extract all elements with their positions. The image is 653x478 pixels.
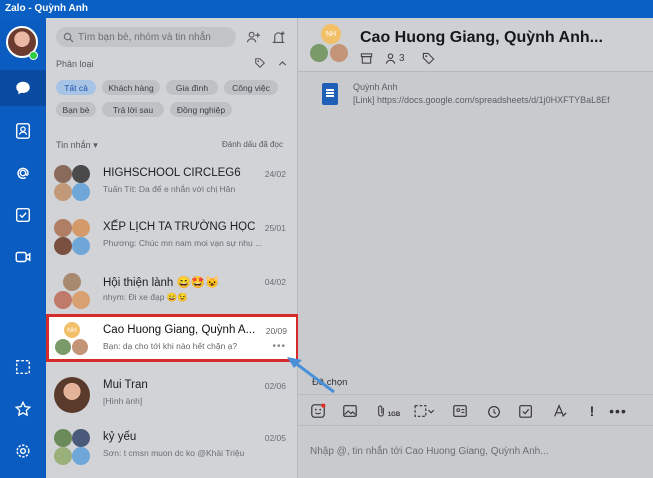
- format-text-icon[interactable]: [550, 401, 570, 421]
- message-link[interactable]: [Link] https://docs.google.com/spreadshe…: [353, 95, 610, 105]
- conversation-name: Cao Huong Giang, Quỳnh A...: [103, 324, 256, 336]
- conversation-name: Mui Tran: [103, 379, 148, 391]
- chat-avatar: NH: [310, 24, 352, 66]
- video-icon[interactable]: [0, 239, 46, 275]
- settings-icon[interactable]: [0, 433, 46, 469]
- group-avatar: NH: [55, 322, 89, 356]
- message-sender: Quỳnh Anh: [353, 82, 398, 92]
- chevron-down-icon: ▾: [93, 140, 98, 150]
- group-avatar: [54, 273, 90, 309]
- conversation-preview: Tuấn Tít: Da để e nhắn với chị Hân: [103, 184, 236, 194]
- conversation-preview: Sơn: t cmsn muon dc ko @Khải Triệu: [103, 448, 245, 458]
- annotation-arrow-icon: [287, 357, 335, 394]
- add-friend-icon[interactable]: [243, 27, 263, 47]
- chip-colleagues[interactable]: Đồng nghiệp: [170, 102, 232, 117]
- conversation-preview: [Hình ảnh]: [103, 396, 143, 406]
- conversation-time: 20/09: [265, 326, 287, 336]
- chip-family[interactable]: Gia đình: [166, 80, 218, 95]
- conversation-item-selected[interactable]: NH Cao Huong Giang, Quỳnh A... 20/09 Bạn…: [46, 314, 299, 362]
- group-avatar: [54, 429, 90, 465]
- nav-rail: [0, 18, 46, 478]
- chip-work[interactable]: Công việc: [224, 80, 278, 95]
- group-avatar: [54, 219, 90, 255]
- star-icon[interactable]: [0, 391, 46, 427]
- conversation-item[interactable]: XẾP LỊCH TA TRƯỜNG HỌC 25/01 Phương: Chú…: [46, 212, 298, 262]
- conversation-preview: Bạn: dạ cho tới khi nào hết chặn ạ?: [103, 341, 238, 351]
- attach-size-label: 1GB: [387, 412, 401, 418]
- members-icon[interactable]: [384, 52, 398, 66]
- conversation-item[interactable]: Hội thiện lành 😄🤩😺 04/02 nhym: Đi xe đạp…: [46, 266, 298, 316]
- conversation-preview: Phương: Chúc mn nam moi vạn sự nhu ...: [103, 238, 263, 248]
- messages-filter-dropdown[interactable]: Tin nhắn ▾: [56, 140, 98, 151]
- chat-header: NH Cao Huong Giang, Quỳnh Anh... 3: [298, 18, 653, 72]
- sticker-icon[interactable]: [308, 401, 328, 421]
- contact-card-icon[interactable]: [450, 401, 470, 421]
- search-input[interactable]: Tìm bạn bè, nhóm và tin nhắn: [56, 27, 236, 47]
- reminder-icon[interactable]: [484, 401, 504, 421]
- more-icon[interactable]: •••: [608, 401, 628, 421]
- conversation-name: HIGHSCHOOL CIRCLEG6: [103, 167, 241, 179]
- contact-avatar: [54, 377, 90, 413]
- chip-all[interactable]: Tất cả: [56, 80, 96, 95]
- conversation-name: kỷ yếu: [103, 431, 137, 443]
- attach-file-icon[interactable]: 1GB: [372, 401, 402, 421]
- more-options-icon[interactable]: •••: [272, 341, 286, 352]
- conversation-time: 04/02: [264, 277, 286, 287]
- chip-customers[interactable]: Khách hàng: [102, 80, 160, 95]
- important-icon[interactable]: !: [582, 401, 602, 421]
- conversation-time: 25/01: [264, 223, 286, 233]
- chip-friends[interactable]: Bạn bè: [56, 102, 96, 117]
- document-icon: [322, 83, 338, 105]
- mention-icon[interactable]: [0, 155, 46, 191]
- screenshot-icon[interactable]: [0, 349, 46, 385]
- messages-label: Tin nhắn: [56, 140, 91, 150]
- conversation-time: 24/02: [264, 169, 286, 179]
- search-icon: [63, 32, 74, 43]
- chat-avatar-initials: NH: [321, 24, 341, 44]
- chat-icon[interactable]: [0, 70, 46, 106]
- screenshot-menu-icon[interactable]: [410, 401, 438, 421]
- group-avatar-initials: NH: [64, 322, 80, 338]
- conversation-item[interactable]: kỷ yếu 02/05 Sơn: t cmsn muon dc ko @Khả…: [46, 422, 298, 472]
- conversation-name: Hội thiện lành 😄🤩😺: [103, 277, 220, 289]
- conversation-list-panel: Tìm bạn bè, nhóm và tin nhắn Phân loại T…: [46, 18, 298, 478]
- tag-settings-icon[interactable]: [253, 56, 267, 70]
- composer-toolbar: 1GB ! •••: [298, 394, 653, 426]
- conversation-item[interactable]: HIGHSCHOOL CIRCLEG6 24/02 Tuấn Tít: Da đ…: [46, 158, 298, 208]
- conversation-time: 02/05: [264, 433, 286, 443]
- contacts-icon[interactable]: [0, 113, 46, 149]
- conversation-item[interactable]: Mui Tran 02/06 [Hình ảnh]: [46, 370, 298, 420]
- search-placeholder: Tìm bạn bè, nhóm và tin nhắn: [78, 31, 211, 43]
- chip-reply-later[interactable]: Trả lời sau: [102, 102, 164, 117]
- filter-label: Phân loại: [56, 59, 94, 69]
- message-input[interactable]: Nhập @, tin nhắn tới Cao Huong Giang, Qu…: [310, 446, 549, 457]
- conversation-preview: nhym: Đi xe đạp 😄😉: [103, 292, 188, 302]
- chat-panel: NH Cao Huong Giang, Quỳnh Anh... 3 Quỳnh…: [298, 18, 653, 478]
- chevron-up-icon[interactable]: [275, 56, 289, 70]
- todo-icon[interactable]: [0, 197, 46, 233]
- image-icon[interactable]: [340, 401, 360, 421]
- window-title: Zalo - Quỳnh Anh: [0, 0, 653, 18]
- online-status-dot: [29, 51, 38, 60]
- member-count: 3: [399, 53, 405, 64]
- create-group-icon[interactable]: [268, 27, 288, 47]
- group-avatar: [54, 165, 90, 201]
- task-icon[interactable]: [516, 401, 536, 421]
- chat-title: Cao Huong Giang, Quỳnh Anh...: [360, 29, 603, 46]
- conversation-name: XẾP LỊCH TA TRƯỜNG HỌC: [103, 221, 256, 233]
- tag-icon[interactable]: [422, 52, 436, 66]
- archive-icon[interactable]: [360, 52, 374, 66]
- mark-read-link[interactable]: Đánh dấu đã đọc: [222, 140, 283, 149]
